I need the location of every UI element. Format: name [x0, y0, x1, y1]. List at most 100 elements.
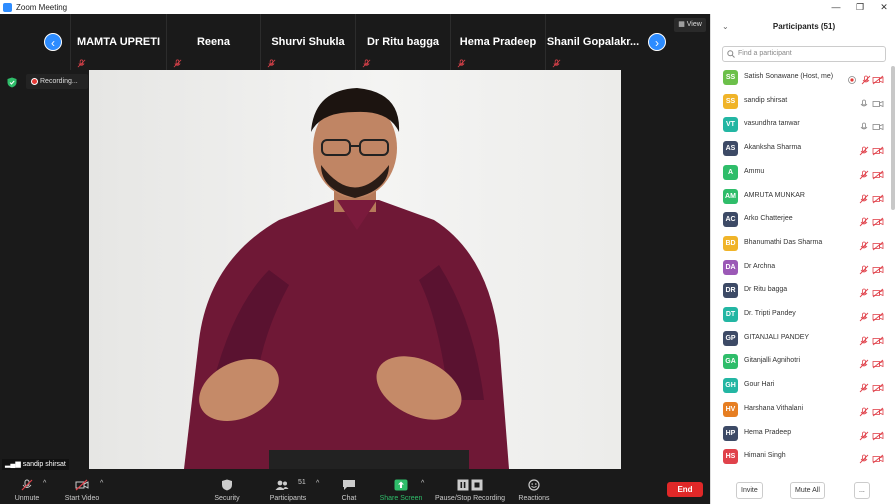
tile-name: Dr Ritu bagga: [366, 36, 440, 48]
view-button[interactable]: ▦ View: [674, 18, 706, 32]
video-off-icon: [872, 191, 884, 203]
participant-tile[interactable]: MAMTA UPRETI: [70, 14, 166, 70]
participant-tile[interactable]: Dr Ritu bagga: [355, 14, 450, 70]
muted-mic-icon: [859, 191, 869, 203]
muted-mic-icon: [859, 380, 869, 393]
participant-tile[interactable]: Shanil Gopalakr...: [545, 14, 640, 70]
gallery-prev-button[interactable]: ‹: [44, 33, 62, 51]
video-off-icon: [872, 380, 884, 393]
end-meeting-button[interactable]: End: [667, 482, 703, 497]
participant-tile[interactable]: Shurvi Shukla: [260, 14, 355, 70]
participant-row[interactable]: GA Gitanjalli Agnihotri: [711, 350, 891, 374]
muted-microphone-icon: [21, 479, 33, 491]
participant-name: Gour Hari: [744, 381, 775, 389]
tile-name: Reena: [196, 36, 231, 48]
muted-mic-icon: [552, 59, 561, 68]
chat-bubble-icon: [343, 480, 355, 490]
share-screen-label: Share Screen: [379, 495, 423, 502]
video-options-caret[interactable]: ^: [100, 480, 103, 487]
participant-row[interactable]: A Ammu: [711, 161, 891, 185]
participant-avatar: GA: [723, 354, 738, 370]
participant-list-scrollbar[interactable]: [891, 66, 895, 210]
tile-name: MAMTA UPRETI: [76, 36, 161, 48]
participant-row[interactable]: HS Himani Singh: [711, 445, 891, 469]
muted-mic-icon: [362, 59, 371, 68]
participants-panel: ⌄ Participants (51) Find a participant S…: [710, 14, 896, 504]
more-options-button[interactable]: ...: [854, 482, 870, 499]
pause-stop-icon: [457, 479, 483, 491]
participant-name: Ammu: [744, 167, 765, 175]
participant-row[interactable]: AS Akanksha Sharma: [711, 137, 891, 161]
mute-all-button[interactable]: Mute All: [790, 482, 825, 499]
participant-row[interactable]: SS Satish Sonawane (Host, me): [711, 66, 891, 90]
participant-search-input[interactable]: Find a participant: [722, 46, 886, 62]
participant-row[interactable]: DT Dr. Tripti Pandey: [711, 303, 891, 327]
participant-name: Akanksha Sharma: [744, 144, 802, 152]
invite-button[interactable]: Invite: [736, 482, 763, 499]
audio-options-caret[interactable]: ^: [43, 480, 46, 487]
participant-row[interactable]: GP GITANJALI PANDEY: [711, 327, 891, 351]
reactions-button[interactable]: Reactions: [516, 476, 552, 504]
participant-row[interactable]: AC Arko Chatterjee: [711, 208, 891, 232]
window-controls: — ❐ ✕: [824, 0, 896, 14]
share-options-caret[interactable]: ^: [421, 480, 424, 487]
participant-row[interactable]: HV Harshana Vithalani: [711, 398, 891, 422]
participant-row[interactable]: HP Hema Pradeep: [711, 422, 891, 446]
video-off-icon: [872, 309, 884, 322]
participant-row[interactable]: AM AMRUTA MUNKAR: [711, 185, 891, 209]
participant-name: Hema Pradeep: [744, 428, 792, 436]
recording-indicator: Recording...: [26, 74, 88, 89]
tile-name: Shurvi Shukla: [271, 36, 345, 48]
participant-avatar: DR: [723, 283, 738, 299]
participant-name: AMRUTA MUNKAR: [744, 191, 805, 199]
pause-stop-recording-button[interactable]: Pause/Stop Recording: [434, 476, 506, 504]
recording-status-icon: [847, 72, 857, 84]
participant-avatar: SS: [723, 70, 738, 85]
video-icon: [872, 96, 884, 107]
gallery-next-button[interactable]: ›: [648, 33, 666, 51]
participant-name: sandip shirsat: [744, 96, 788, 104]
participant-row[interactable]: VT vasundhra tanwar: [711, 113, 891, 137]
search-icon: [727, 50, 735, 58]
share-screen-icon: [394, 479, 408, 491]
participants-count: 51: [298, 479, 306, 486]
muted-mic-icon: [77, 59, 86, 68]
encryption-shield-icon[interactable]: [7, 77, 17, 88]
reactions-smiley-icon: [528, 479, 540, 491]
participant-tile[interactable]: Reena: [166, 14, 260, 70]
security-button[interactable]: Security: [210, 476, 244, 504]
participant-name: vasundhra tanwar: [744, 120, 800, 128]
muted-mic-icon: [859, 143, 869, 156]
video-off-icon: [872, 428, 884, 440]
participant-tile[interactable]: Hema Pradeep: [450, 14, 545, 70]
video-icon: [872, 119, 884, 131]
participant-avatar: AS: [723, 141, 738, 157]
close-button[interactable]: ✕: [872, 0, 896, 14]
zoom-app-icon: [3, 2, 12, 12]
tile-name: Hema Pradeep: [459, 36, 537, 48]
video-off-icon: [872, 404, 884, 417]
chat-button[interactable]: Chat: [334, 476, 364, 504]
participant-row[interactable]: GH Gour Hari: [711, 374, 891, 398]
self-view-name: sandip shirsat: [22, 461, 66, 468]
participant-row[interactable]: BD Bhanumathi Das Sharma: [711, 232, 891, 256]
participant-row[interactable]: SS sandip shirsat: [711, 90, 891, 114]
video-off-icon: [872, 143, 884, 156]
share-screen-button[interactable]: Share Screen: [378, 476, 424, 504]
video-off-icon: [872, 333, 884, 346]
participant-row[interactable]: DR Dr Ritu bagga: [711, 279, 891, 303]
muted-mic-icon: [859, 356, 869, 369]
participants-button[interactable]: 51 Participants: [266, 476, 310, 504]
participant-row[interactable]: DA Dr Archna: [711, 256, 891, 280]
muted-mic-icon: [859, 333, 869, 346]
minimize-button[interactable]: —: [824, 0, 848, 14]
participant-avatar: DA: [723, 259, 738, 275]
video-off-icon: [75, 479, 89, 491]
participant-name: GITANJALI PANDEY: [744, 333, 810, 341]
unmute-button[interactable]: Unmute: [10, 476, 44, 504]
start-video-button[interactable]: Start Video: [60, 476, 104, 504]
participants-options-caret[interactable]: ^: [316, 480, 319, 487]
tile-name: Shanil Gopalakr...: [546, 36, 640, 48]
restore-button[interactable]: ❐: [848, 0, 872, 14]
chat-label: Chat: [341, 495, 357, 502]
